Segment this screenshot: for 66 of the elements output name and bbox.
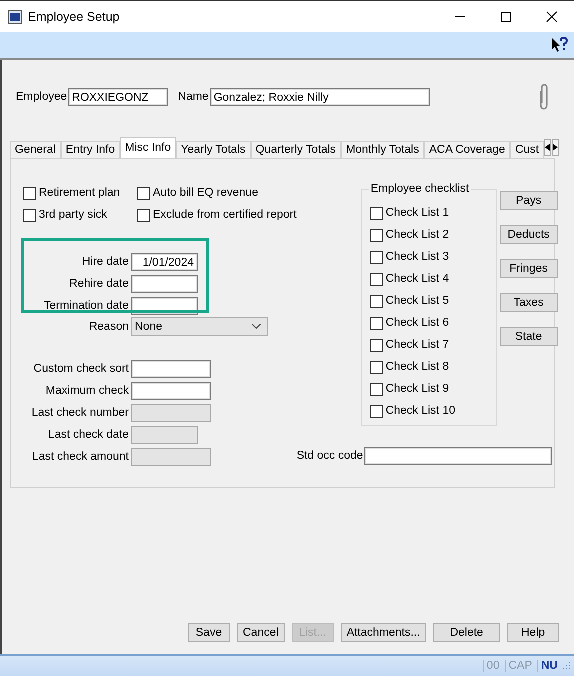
status-indicator: NU — [537, 660, 561, 672]
tab[interactable]: Entry Info — [60, 141, 120, 158]
checklist-checkbox[interactable]: Check List 10 — [370, 403, 496, 419]
checklist-checkbox[interactable]: Check List 5 — [370, 293, 496, 309]
action-button[interactable]: Attachments... — [340, 623, 426, 642]
input-field[interactable] — [131, 382, 211, 400]
field-label: Custom check sort — [32, 363, 129, 375]
scroll-left-icon[interactable] — [544, 139, 552, 156]
tab[interactable]: General — [10, 141, 61, 158]
checklist-checkbox[interactable]: Check List 7 — [370, 337, 496, 353]
field-label: Hire date — [81, 256, 129, 268]
checklist-checkbox[interactable]: Check List 1 — [370, 205, 496, 221]
paperclip-icon[interactable] — [538, 83, 550, 111]
action-button[interactable]: Delete — [433, 623, 500, 642]
field-label: Maximum check — [44, 385, 129, 397]
chevron-down-icon — [252, 324, 261, 329]
side-button[interactable]: State — [500, 327, 558, 346]
group-title: Employee checklist — [368, 183, 472, 195]
checkbox-option[interactable]: Auto bill EQ revenue — [137, 185, 297, 201]
checkbox-option[interactable]: Exclude from certified report — [137, 207, 297, 223]
side-button[interactable]: Pays — [500, 191, 558, 210]
app-icon — [8, 10, 22, 24]
tab[interactable]: ACA Coverage — [424, 141, 510, 158]
tab[interactable]: Quarterly Totals — [250, 141, 342, 158]
close-icon[interactable] — [546, 10, 558, 22]
checklist-checkbox[interactable]: Check List 4 — [370, 271, 496, 287]
status-indicator: 00 — [482, 660, 503, 672]
employee-field[interactable]: ROXXIEGONZ — [68, 88, 168, 106]
maximize-icon[interactable] — [500, 10, 512, 22]
window-title: Employee Setup — [28, 10, 120, 24]
reason-dropdown[interactable]: None — [131, 317, 268, 336]
field-label: Std occ code — [296, 450, 364, 462]
side-button[interactable]: Taxes — [500, 293, 558, 312]
field-label: Last check date — [47, 429, 129, 441]
action-button[interactable]: Help — [507, 623, 560, 642]
employee-label: Employee — [16, 91, 68, 103]
tab[interactable]: Monthly Totals — [341, 141, 424, 158]
side-button[interactable]: Deducts — [500, 225, 558, 244]
field-label: Rehire date — [68, 278, 129, 290]
field-label: Last check amount — [31, 451, 129, 463]
checklist-checkbox[interactable]: Check List 8 — [370, 359, 496, 375]
checkbox-option[interactable]: Retirement plan — [23, 185, 137, 201]
resize-grip-icon — [563, 662, 571, 670]
name-label: Name — [178, 91, 209, 103]
checklist-checkbox[interactable]: Check List 6 — [370, 315, 496, 331]
action-button[interactable]: Cancel — [237, 623, 285, 642]
checklist-checkbox[interactable]: Check List 9 — [370, 381, 496, 397]
name-field[interactable]: Gonzalez; Roxxie Nilly — [210, 88, 430, 106]
input-field[interactable] — [131, 360, 211, 378]
side-button[interactable]: Fringes — [500, 259, 558, 278]
status-indicator: CAP — [504, 660, 536, 672]
tab[interactable]: Misc Info — [120, 137, 176, 158]
checkbox-option[interactable]: 3rd party sick — [23, 207, 137, 223]
action-button[interactable]: Save — [188, 623, 230, 642]
tab[interactable]: Cust — [510, 141, 544, 158]
std-occ-code-field[interactable] — [364, 447, 552, 465]
date-field[interactable] — [131, 275, 198, 293]
date-field[interactable]: 1/01/2024 — [131, 253, 198, 271]
checklist-checkbox[interactable]: Check List 2 — [370, 227, 496, 243]
field-label: Last check number — [30, 407, 129, 419]
scroll-right-icon[interactable] — [552, 139, 560, 156]
checklist-checkbox[interactable]: Check List 3 — [370, 249, 496, 265]
help-pointer-icon[interactable] — [550, 36, 568, 54]
field-label: Reason — [88, 320, 129, 332]
tab[interactable]: Yearly Totals — [176, 141, 251, 158]
field-label: Termination date — [42, 300, 129, 312]
